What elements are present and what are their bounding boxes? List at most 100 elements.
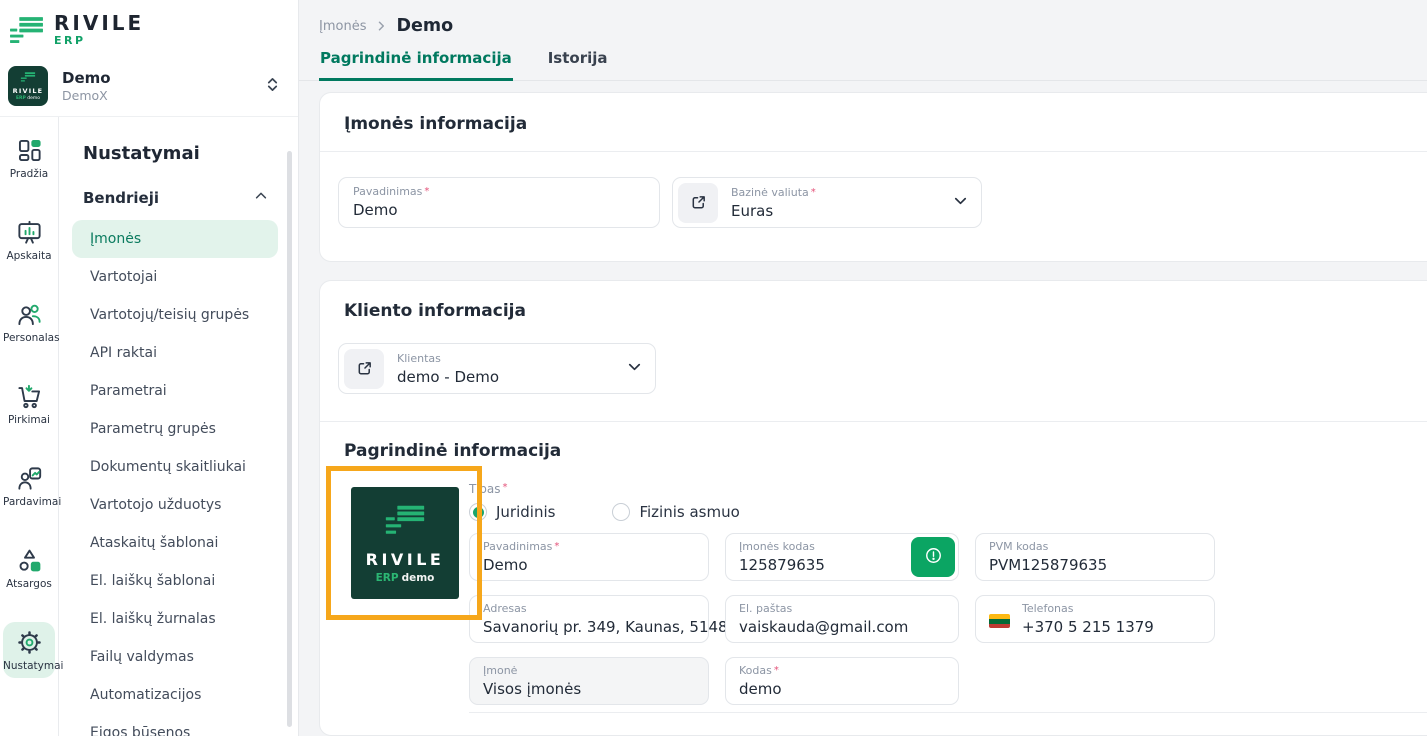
rail-label: Apskaita [6,250,52,262]
home-grid-icon [3,137,55,164]
menu-title: Nustatymai [83,143,200,164]
sidebar-item-el-laisku-zurnalas[interactable]: El. laiškų žurnalas [72,600,278,638]
sidebar-item-ataskaitu-sablonai[interactable]: Ataskaitų šablonai [72,524,278,562]
chevron-up-down-icon [265,76,280,97]
field-label: Telefonas [1022,602,1074,615]
rail-item-pardavimai[interactable]: Pardavimai [3,458,62,514]
klientas-select[interactable]: Klientas demo - Demo [338,343,656,394]
chevron-up-icon [254,188,268,207]
app-window: RIVILE ERP RIVILE ERP demo Demo DemoX Pr… [0,0,1427,736]
kodas-input[interactable]: Kodas * demo [725,657,959,705]
topbar: Įmonės Demo Pagrindinė informacija Istor… [299,0,1427,81]
sidebar-item-vartotoju-teisiu-grupes[interactable]: Vartotojų/teisių grupės [72,296,278,334]
external-link-icon[interactable] [678,182,718,223]
field-label: Pavadinimas * [483,540,560,553]
field-value: Euras [731,201,774,220]
rail-item-nustatymai[interactable]: Nustatymai [3,622,63,678]
workspace-code: DemoX [62,88,108,103]
left-header: RIVILE ERP RIVILE ERP demo Demo DemoX [0,0,298,117]
sidebar-item-parametrai[interactable]: Parametrai [72,372,278,410]
client-main-card: Kliento informacija Klientas demo - Demo [319,280,1427,736]
alert-circle-icon [924,546,943,568]
brand-tag: ERP [54,34,86,47]
sidebar-item-failu-valdymas[interactable]: Failų valdymas [72,638,278,676]
company-code-check-button[interactable] [911,537,955,577]
adresas-input[interactable]: Adresas Savanorių pr. 349, Kaunas, 51480 [469,595,738,643]
left-panel: RIVILE ERP RIVILE ERP demo Demo DemoX Pr… [0,0,298,736]
external-link-icon[interactable] [344,348,384,389]
pavadinimas-input[interactable]: Pavadinimas * Demo [469,533,709,581]
select-text: Bazinė valiuta * Euras [731,186,952,220]
tab-istorija[interactable]: Istorija [547,49,609,81]
menu-list: Įmonės Vartotojai Vartotojų/teisių grupė… [72,220,278,736]
rail-item-atsargos[interactable]: Atsargos [3,540,55,596]
breadcrumb-current: Demo [396,16,454,36]
chevron-down-icon [626,358,643,379]
field-value: Demo [483,556,528,574]
field-label: Kodas * [739,664,779,677]
sidebar-scrollbar[interactable] [287,151,292,727]
workspace-name: Demo [62,69,111,87]
rail-item-pradzia[interactable]: Pradžia [3,130,55,186]
sidebar-item-parametru-grupes[interactable]: Parametrų grupės [72,410,278,448]
radio-fizinis-asmuo[interactable]: Fizinis asmuo [612,503,740,521]
sidebar-item-dokumentu-skaitliukai[interactable]: Dokumentų skaitliukai [72,448,278,486]
telefonas-input[interactable]: Telefonas +370 5 215 1379 [975,595,1215,643]
rail-item-apskaita[interactable]: Apskaita [3,212,55,268]
field-value: demo [739,680,782,698]
main-info-fields: Tipas * Juridinis Fizinis asmuo Pavadini… [469,461,1427,713]
gear-icon [3,629,55,656]
field-label: El. paštas [739,602,793,615]
field-label: Bazinė valiuta * [731,185,816,199]
company-info-card: Įmonės informacija Pavadinimas * Demo Ba… [319,92,1427,262]
tab-bar: Pagrindinė informacija Istorija [319,49,1427,81]
highlight-annotation-box [326,466,482,620]
field-label: Pavadinimas * [353,185,430,198]
workspace-tile-text: RIVILE [12,87,44,95]
tab-pagrindine-informacija[interactable]: Pagrindinė informacija [319,49,513,81]
chart-board-icon [3,219,55,246]
company-info-fields: Pavadinimas * Demo Bazinė valiuta * Eura… [338,177,1427,228]
rail-label: Pardavimai [3,496,62,508]
menu-group-bendrieji[interactable]: Bendrieji [83,188,268,207]
imone-input[interactable]: Įmonė Visos įmonės [469,657,709,705]
breadcrumb-parent[interactable]: Įmonės [319,19,366,34]
rail-label: Personalas [3,332,60,344]
lithuania-flag-icon [989,614,1010,628]
tipas-label: Tipas * [469,482,508,496]
person-chart-icon [3,465,55,492]
imones-kodas-input[interactable]: Įmonės kodas 125879635 [725,533,959,581]
menu-group-label: Bendrieji [83,188,160,207]
company-info-title: Įmonės informacija [344,114,528,134]
sidebar-item-automatizacijos[interactable]: Automatizacijos [72,676,278,714]
field-label: PVM kodas [989,540,1049,553]
sidebar-item-eigos-busenos[interactable]: Eigos būsenos [72,714,278,736]
rail-label: Pirkimai [8,414,50,426]
rail-item-personalas[interactable]: Personalas [3,294,60,350]
brand-logo: RIVILE ERP [8,12,286,53]
chevron-right-icon [375,17,387,36]
sidebar-item-vartotojo-uzduotys[interactable]: Vartotojo užduotys [72,486,278,524]
sidebar-item-el-laisku-sablonai[interactable]: El. laiškų šablonai [72,562,278,600]
field-value: Savanorių pr. 349, Kaunas, 51480 [483,618,738,636]
sidebar-item-vartotojai[interactable]: Vartotojai [72,258,278,296]
field-value: demo - Demo [397,367,500,386]
tipas-radio-group: Juridinis Fizinis asmuo [469,503,1427,521]
field-value: vaiskauda@gmail.com [739,618,909,636]
main-info-title: Pagrindinė informacija [344,441,562,461]
bazine-valiuta-select[interactable]: Bazinė valiuta * Euras [672,177,982,228]
pvm-kodas-input[interactable]: PVM kodas PVM125879635 [975,533,1215,581]
pavadinimas-input[interactable]: Pavadinimas * Demo [338,177,660,228]
main-fields-grid: Pavadinimas * Demo Įmonės kodas 125879635 [469,533,1215,705]
el-pastas-input[interactable]: El. paštas vaiskauda@gmail.com [725,595,959,643]
brand-name: RIVILE [54,11,145,35]
workspace-selector[interactable]: RIVILE ERP demo Demo DemoX [8,66,286,106]
radio-label: Juridinis [496,503,556,521]
rail-item-pirkimai[interactable]: Pirkimai [3,376,55,432]
client-info-title: Kliento informacija [344,301,526,321]
sidebar-item-imones[interactable]: Įmonės [72,220,278,258]
shapes-icon [3,547,55,574]
rail-label: Pradžia [9,168,49,180]
sidebar-item-api-raktai[interactable]: API raktai [72,334,278,372]
workspace-logo-tile: RIVILE ERP demo [8,66,48,106]
